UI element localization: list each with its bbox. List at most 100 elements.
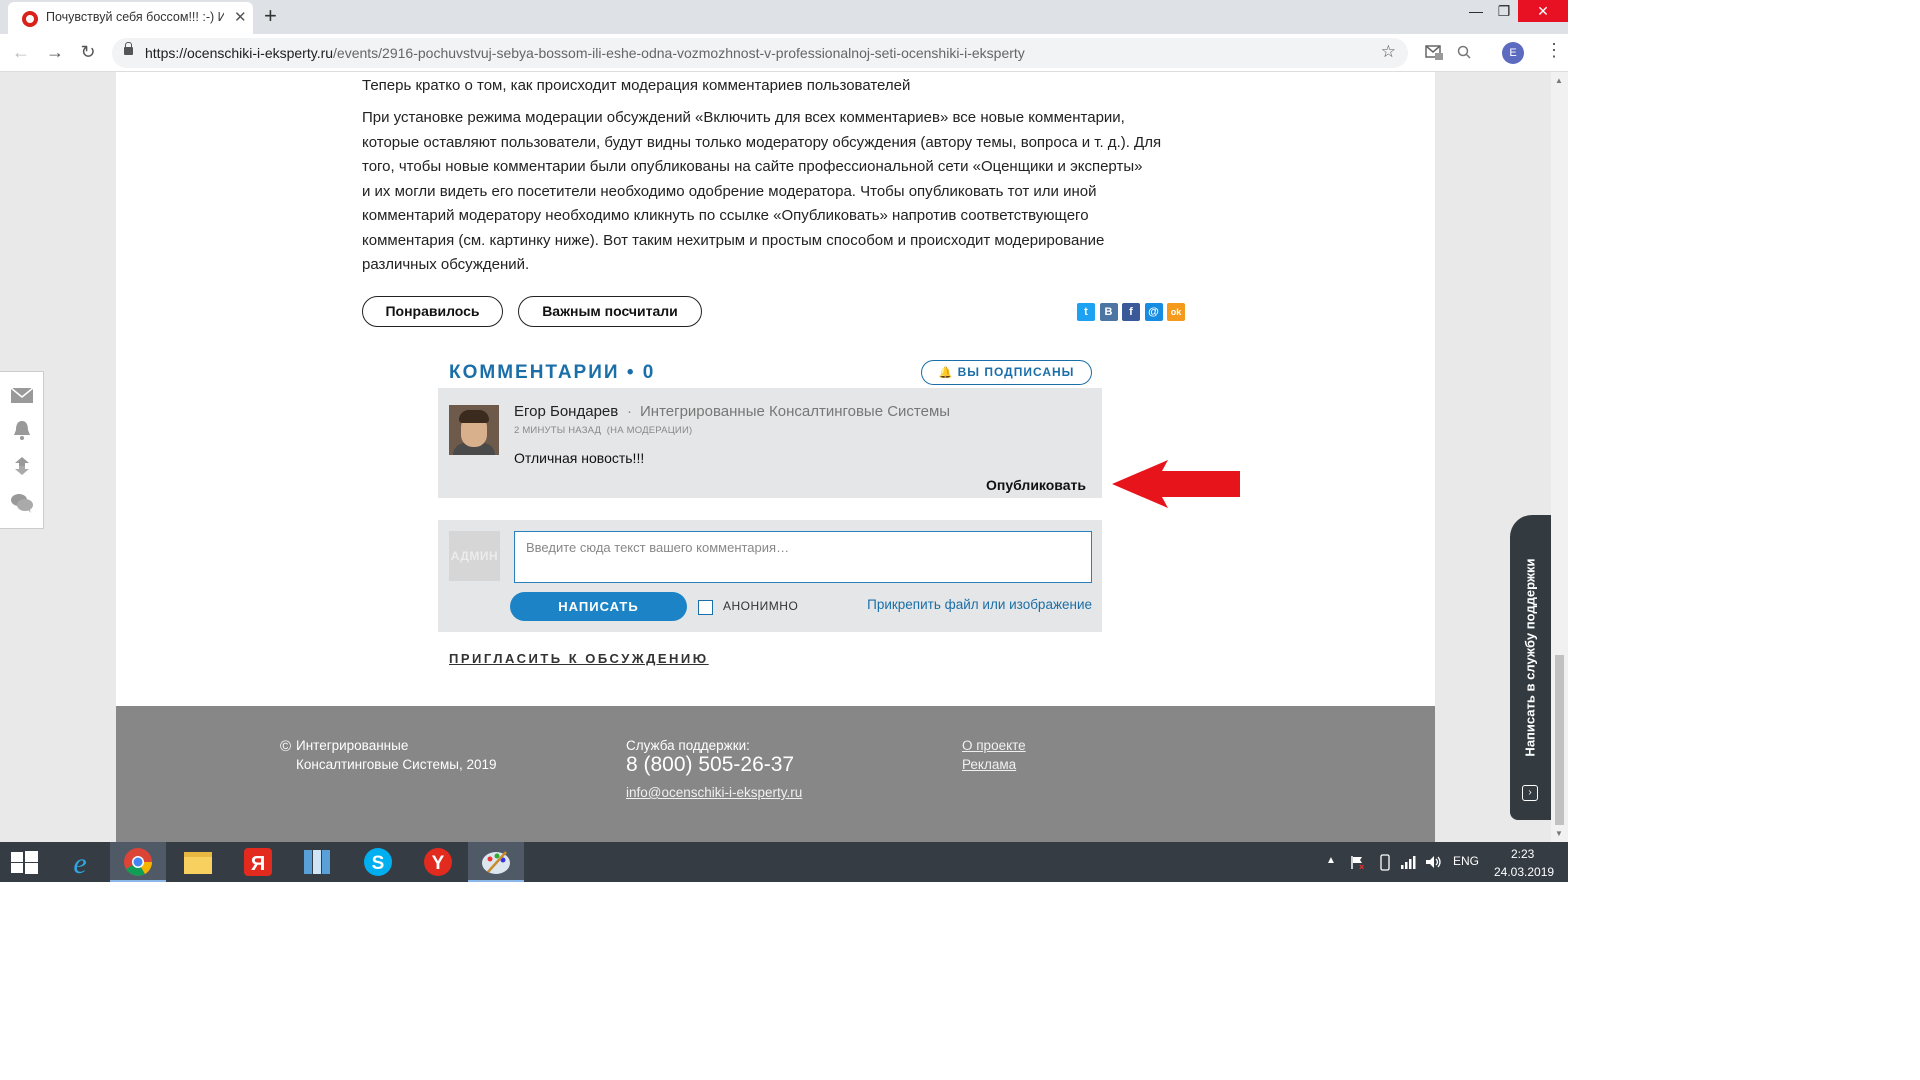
tray-device-icon[interactable] — [1380, 854, 1390, 871]
important-button[interactable]: Важным посчитали — [518, 296, 702, 327]
yandex-taskbar-icon[interactable]: Y — [410, 842, 466, 882]
comment-input[interactable] — [514, 531, 1092, 583]
svg-text:×: × — [1359, 862, 1364, 870]
mailru-share-icon[interactable]: @ — [1144, 303, 1163, 321]
browser-tab-strip: Почувствуй себя боссом!!! :-) И ✕ + — ❐ … — [0, 0, 1568, 34]
windows-start-icon[interactable] — [11, 851, 38, 874]
footer-support-label: Служба поддержки: — [626, 738, 750, 753]
anonymous-checkbox[interactable] — [698, 600, 713, 615]
comment-author[interactable]: Егор Бондарев — [514, 403, 618, 420]
avatar[interactable] — [449, 405, 499, 455]
scroll-up-icon[interactable]: ▲ — [1555, 76, 1563, 85]
windows-taskbar: e Я S Y ▲ × ENG 2:23 24.03.2019 — [0, 842, 1568, 882]
like-button[interactable]: Понравилось — [362, 296, 503, 327]
yandex-icon: Я — [244, 848, 272, 876]
article-line: различных обсуждений. — [362, 256, 530, 273]
article-line: При установке режима модерации обсуждени… — [362, 109, 1125, 126]
footer-ads-link[interactable]: Реклама — [962, 757, 1016, 772]
comment-text: Отличная новость!!! — [514, 450, 645, 466]
page-scrollbar[interactable]: ▲ ▼ — [1551, 72, 1568, 842]
footer-copyright-line2: Консалтинговые Системы, 2019 — [296, 757, 497, 772]
page-viewport: Теперь кратко о том, как происходит моде… — [0, 72, 1568, 842]
profile-avatar[interactable]: E — [1502, 42, 1524, 64]
tray-language[interactable]: ENG — [1453, 854, 1479, 868]
sync-icon[interactable] — [10, 455, 34, 477]
books-icon — [304, 850, 330, 874]
browser-tab[interactable]: Почувствуй себя боссом!!! :-) И ✕ — [8, 2, 253, 34]
scrollbar-thumb[interactable] — [1555, 655, 1564, 825]
copyright-icon: © — [280, 738, 292, 755]
internet-explorer-taskbar-icon[interactable]: e — [52, 842, 108, 882]
tab-close-icon[interactable]: ✕ — [234, 8, 247, 26]
red-arrow-annotation — [1112, 460, 1240, 508]
admin-avatar: АДМИН — [449, 531, 500, 581]
tray-flag-icon[interactable]: × — [1350, 854, 1366, 870]
facebook-share-icon[interactable]: f — [1122, 303, 1140, 321]
vk-share-icon[interactable]: B — [1099, 303, 1118, 321]
archive-app-taskbar-icon[interactable] — [290, 842, 346, 882]
folder-icon — [184, 852, 212, 874]
tray-date[interactable]: 24.03.2019 — [1494, 865, 1554, 879]
svg-text:e: e — [73, 847, 86, 880]
footer-email[interactable]: info@ocenschiki-i-eksperty.ru — [626, 785, 802, 800]
anonymous-label: АНОНИМНО — [723, 599, 799, 613]
chat-icon[interactable] — [10, 492, 34, 514]
quick-actions-panel — [0, 371, 44, 529]
author-separator: · — [627, 403, 632, 420]
bell-icon: 🔔 — [938, 367, 954, 379]
bookmark-star-icon[interactable]: ☆ — [1381, 42, 1396, 62]
search-extension-icon[interactable] — [1456, 44, 1474, 60]
url-text: https://ocenschiki-i-eksperty.ru/events/… — [145, 45, 1025, 61]
subscribed-label: ВЫ ПОДПИСАНЫ — [957, 365, 1075, 379]
chrome-taskbar-icon[interactable] — [110, 842, 166, 882]
tray-time[interactable]: 2:23 — [1511, 847, 1534, 861]
tray-volume-icon[interactable] — [1424, 854, 1442, 870]
comment-company[interactable]: Интегрированные Консалтинговые Системы — [640, 403, 950, 420]
twitter-share-icon[interactable]: t — [1077, 303, 1095, 321]
browser-toolbar: ← → ↻ https://ocenschiki-i-eksperty.ru/e… — [0, 34, 1568, 72]
reload-icon[interactable]: ↻ — [77, 41, 99, 63]
submit-comment-button[interactable]: НАПИСАТЬ — [510, 592, 687, 621]
tray-expand-icon[interactable]: ▲ — [1326, 855, 1336, 866]
footer-copyright-line1: Интегрированные — [296, 738, 409, 753]
address-bar[interactable]: https://ocenschiki-i-eksperty.ru/events/… — [112, 38, 1408, 68]
forward-arrow-icon[interactable]: → — [44, 41, 66, 63]
scroll-down-icon[interactable]: ▼ — [1555, 829, 1563, 838]
footer-phone[interactable]: 8 (800) 505-26-37 — [626, 753, 794, 777]
odnoklassniki-share-icon[interactable]: ok — [1167, 303, 1185, 321]
comment-meta: 2 МИНУТЫ НАЗАД (НА МОДЕРАЦИИ) — [514, 425, 693, 436]
mail-extension-icon[interactable] — [1425, 44, 1443, 60]
article-body: При установке режима модерации обсуждени… — [362, 106, 1192, 278]
svg-text:S: S — [372, 853, 385, 874]
browser-menu-icon[interactable]: ⋮ — [1545, 40, 1563, 61]
back-arrow-icon[interactable]: ← — [10, 41, 32, 63]
chrome-icon — [124, 848, 152, 876]
article-line: того, чтобы новые комментарии были опубл… — [362, 158, 1143, 175]
support-tab[interactable]: Написать в службу поддержки › — [1510, 515, 1551, 820]
attach-file-link[interactable]: Прикрепить файл или изображение — [867, 597, 1092, 612]
new-tab-button[interactable]: + — [264, 3, 277, 29]
footer-about-link[interactable]: О проекте — [962, 738, 1026, 753]
palette-icon — [482, 851, 510, 874]
article-line: комментарий модератору необходимо кликну… — [362, 207, 1089, 224]
skype-icon: S — [364, 848, 392, 876]
paint-taskbar-icon[interactable] — [468, 842, 524, 882]
file-explorer-taskbar-icon[interactable] — [170, 842, 226, 882]
article-line: и их могли видеть его посетители необход… — [362, 182, 1097, 200]
subscribed-button[interactable]: 🔔 ВЫ ПОДПИСАНЫ — [921, 360, 1092, 385]
skype-taskbar-icon[interactable]: S — [350, 842, 406, 882]
svg-text:Y: Y — [432, 853, 445, 874]
url-domain: https://ocenschiki-i-eksperty.ru — [145, 45, 334, 61]
avatar-hair-shape — [459, 410, 489, 423]
publish-link[interactable]: Опубликовать — [986, 477, 1086, 493]
lock-icon — [124, 42, 133, 55]
invite-link[interactable]: ПРИГЛАСИТЬ К ОБСУЖДЕНИЮ — [449, 651, 709, 666]
bell-icon[interactable] — [10, 419, 34, 441]
tray-network-icon[interactable] — [1400, 854, 1416, 870]
yandex-browser-taskbar-icon[interactable]: Я — [230, 842, 286, 882]
comment-form: АДМИН НАПИСАТЬ АНОНИМНО Прикрепить файл … — [438, 520, 1102, 632]
window-close-button[interactable]: ✕ — [1518, 0, 1568, 22]
ie-icon: e — [73, 847, 86, 880]
envelope-icon[interactable] — [10, 384, 34, 406]
article-subheading: Теперь кратко о том, как происходит моде… — [362, 77, 911, 94]
